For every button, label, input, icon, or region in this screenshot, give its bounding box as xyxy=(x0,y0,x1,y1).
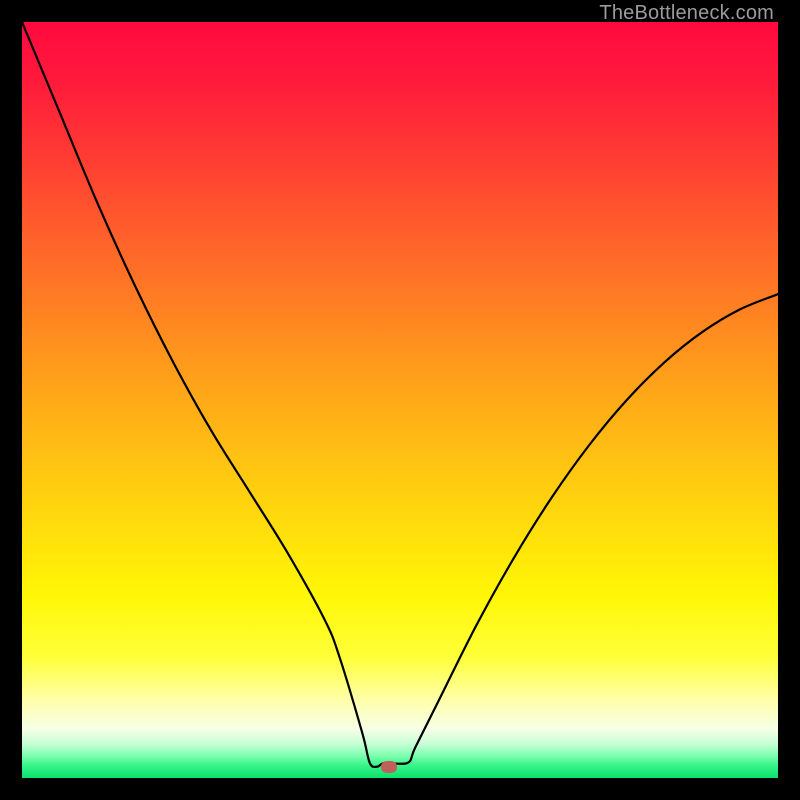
chart-frame: TheBottleneck.com xyxy=(0,0,800,800)
curve-path xyxy=(22,22,778,767)
plot-area xyxy=(22,22,778,778)
bottleneck-curve xyxy=(22,22,778,778)
optimal-point-marker xyxy=(381,761,397,773)
watermark-text: TheBottleneck.com xyxy=(599,2,774,25)
